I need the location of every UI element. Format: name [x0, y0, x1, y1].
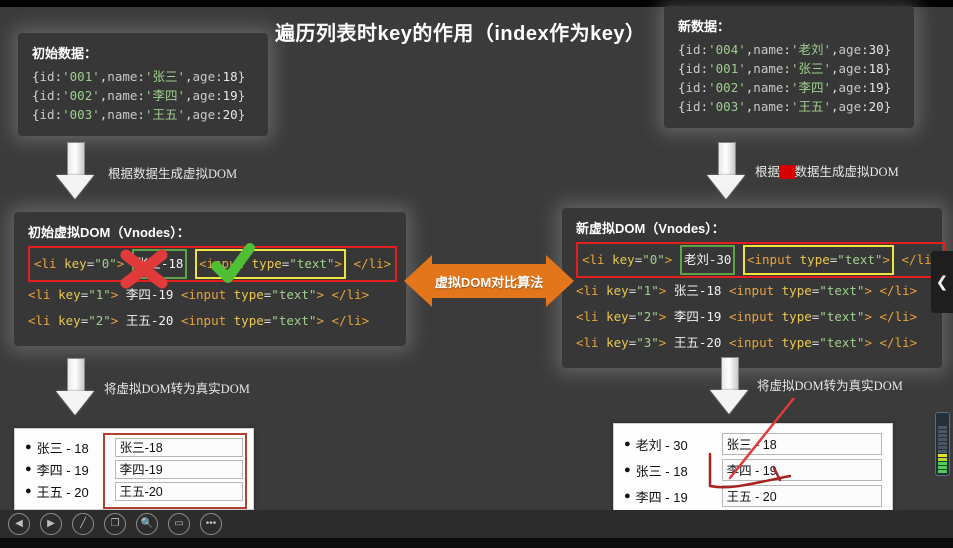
- letterbox-bottom: [0, 538, 953, 548]
- arrow-data-to-vdom-right: [707, 142, 745, 200]
- diff-algorithm-arrow: 虚拟DOM对比算法: [404, 255, 574, 307]
- meter-bar: [938, 442, 947, 445]
- data-line: {id:'004',name:'老刘',age:30}: [678, 42, 892, 57]
- green-check-marker: [211, 243, 255, 283]
- arrow-shaft: [67, 142, 85, 177]
- new-data-heading: 新数据：: [678, 19, 731, 34]
- list-item-label: 老刘 - 30: [635, 437, 688, 453]
- text-input[interactable]: 李四-19: [114, 459, 243, 479]
- list-item: ● 张三 - 18 李四 - 19: [624, 457, 882, 483]
- list-item-label: 李四 - 19: [36, 462, 89, 478]
- bottom-toolbar: ◀ ▶ ╱ ❐ 🔍 ▭ •••: [0, 510, 953, 538]
- vnode-row: <li key="1"> 张三-18 <input type="text"> <…: [576, 283, 918, 298]
- meter-bar: [938, 454, 947, 457]
- vnode-row: <li key="2"> 李四-19 <input type="text"> <…: [576, 309, 918, 324]
- meter-bar: [938, 450, 947, 453]
- list-item-label: 张三 - 18: [635, 463, 688, 479]
- arrow-label-right-top-post: 数据生成虚拟DOM: [794, 165, 899, 179]
- red-x-marker: [120, 249, 168, 289]
- meter-bar: [938, 446, 947, 449]
- screen-button[interactable]: ▭: [168, 513, 190, 535]
- play-button[interactable]: ▶: [40, 513, 62, 535]
- meter-bar: [938, 458, 947, 461]
- vnode-row: <li key="2"> 王五-20 <input type="text"> <…: [28, 313, 370, 328]
- list-item: ● 李四 - 19 李四-19: [25, 458, 243, 480]
- arrow-shaft: [721, 357, 739, 392]
- bullet-icon: ●: [624, 489, 631, 502]
- arrow-head: [710, 390, 748, 414]
- text-input[interactable]: 张三 - 18: [721, 433, 882, 455]
- arrow-label-right-top-pre: 根据: [755, 165, 781, 179]
- data-line: {id:'001',name:'张三',age:18}: [678, 61, 892, 76]
- meter-bar: [938, 466, 947, 469]
- new-data-panel: 新数据： {id:'004',name:'老刘',age:30} {id:'00…: [664, 6, 914, 128]
- new-data-code: {id:'004',name:'老刘',age:30} {id:'001',na…: [678, 40, 900, 116]
- meter-bar: [938, 438, 947, 441]
- list-item: ● 张三 - 18 张三-18: [25, 436, 243, 458]
- initial-data-panel: 初始数据： {id:'001',name:'张三',age:18} {id:'0…: [18, 33, 268, 136]
- meter-bar: [938, 430, 947, 433]
- list-item-label: 李四 - 19: [635, 489, 688, 505]
- text-input[interactable]: 王五-20: [114, 481, 243, 501]
- layers-button[interactable]: ❐: [104, 513, 126, 535]
- data-line: {id:'001',name:'张三',age:18}: [32, 69, 246, 84]
- old-vdom-panel: 初始虚拟DOM（Vnodes）： <li key="0"> 张三-18 <inp…: [14, 212, 406, 346]
- text-input[interactable]: 王五 - 20: [721, 485, 882, 507]
- arrow-shaft: [718, 142, 736, 177]
- data-line: {id:'003',name:'王五',age:20}: [678, 99, 892, 114]
- bullet-icon: ●: [624, 463, 631, 476]
- data-line: {id:'003',name:'王五',age:20}: [32, 107, 246, 122]
- bullet-icon: ●: [25, 440, 32, 453]
- arrow-head: [56, 391, 94, 415]
- initial-data-code: {id:'001',name:'张三',age:18} {id:'002',na…: [32, 67, 254, 124]
- meter-bar: [938, 462, 947, 465]
- data-line: {id:'002',name:'李四',age:19}: [678, 80, 892, 95]
- audio-level-meter: [935, 412, 950, 476]
- list-item: ● 李四 - 19 王五 - 20: [624, 483, 882, 509]
- text-input[interactable]: 张三-18: [114, 437, 243, 457]
- arrow-label-left-bottom: 将虚拟DOM转为真实DOM: [104, 382, 250, 396]
- arrow-label-right-top-highlight: 新: [780, 165, 795, 179]
- left-rendered-list: ● 张三 - 18 张三-18 ● 李四 - 19 李四-19 ● 王五 - 20 王五-2…: [14, 428, 254, 510]
- new-vdom-panel: 新虚拟DOM（Vnodes）： <li key="0"> 老刘-30 <inpu…: [562, 208, 946, 368]
- previous-slide-button[interactable]: ◀: [8, 513, 30, 535]
- list-item-label: 王五 - 20: [36, 484, 89, 500]
- arrow-data-to-vdom-left: [56, 142, 94, 200]
- vnode-row: <li key="3"> 王五-20 <input type="text"> <…: [576, 335, 918, 350]
- bullet-icon: ●: [624, 437, 631, 450]
- meter-bar: [938, 470, 947, 473]
- chevron-left-icon: ❮: [935, 274, 949, 291]
- list-item-label: 张三 - 18: [36, 440, 89, 456]
- meter-bar: [938, 434, 947, 437]
- data-line: {id:'002',name:'李四',age:19}: [32, 88, 246, 103]
- page-title: 遍历列表时key的作用（index作为key）: [275, 23, 646, 45]
- arrow-head: [707, 175, 745, 199]
- list-item: ● 王五 - 20 王五-20: [25, 480, 243, 502]
- arrow-vdom-to-dom-left: [56, 358, 94, 416]
- collapse-panel-handle[interactable]: ❮: [931, 251, 953, 313]
- new-vdom-heading: 新虚拟DOM（Vnodes）：: [576, 221, 725, 236]
- arrow-label-right-top: 根据新数据生成虚拟DOM: [755, 161, 899, 180]
- slide-canvas: 遍历列表时key的作用（index作为key） 初始数据： {id:'001',…: [0, 0, 953, 548]
- old-vdom-heading: 初始虚拟DOM（Vnodes）：: [28, 225, 190, 240]
- arrow-label-left-top: 根据数据生成虚拟DOM: [108, 167, 238, 181]
- pen-tool-button[interactable]: ╱: [72, 513, 94, 535]
- vnode-row: <li key="0"> 老刘-30 <input type="text"> <…: [576, 242, 946, 278]
- meter-bar: [938, 426, 947, 429]
- initial-data-heading: 初始数据：: [32, 46, 98, 61]
- list-item: ● 老刘 - 30 张三 - 18: [624, 431, 882, 457]
- zoom-button[interactable]: 🔍: [136, 513, 158, 535]
- bullet-icon: ●: [25, 462, 32, 475]
- arrow-vdom-to-dom-right: [710, 357, 748, 415]
- more-options-button[interactable]: •••: [200, 513, 222, 535]
- arrow-label-right-bottom: 将虚拟DOM转为真实DOM: [757, 379, 903, 393]
- bullet-icon: ●: [25, 484, 32, 497]
- new-vdom-code: <li key="0"> 老刘-30 <input type="text"> <…: [576, 242, 946, 356]
- text-input[interactable]: 李四 - 19: [721, 459, 882, 481]
- arrow-head: [56, 175, 94, 199]
- arrow-shaft: [67, 358, 85, 393]
- diff-algorithm-label: 虚拟DOM对比算法: [434, 274, 544, 290]
